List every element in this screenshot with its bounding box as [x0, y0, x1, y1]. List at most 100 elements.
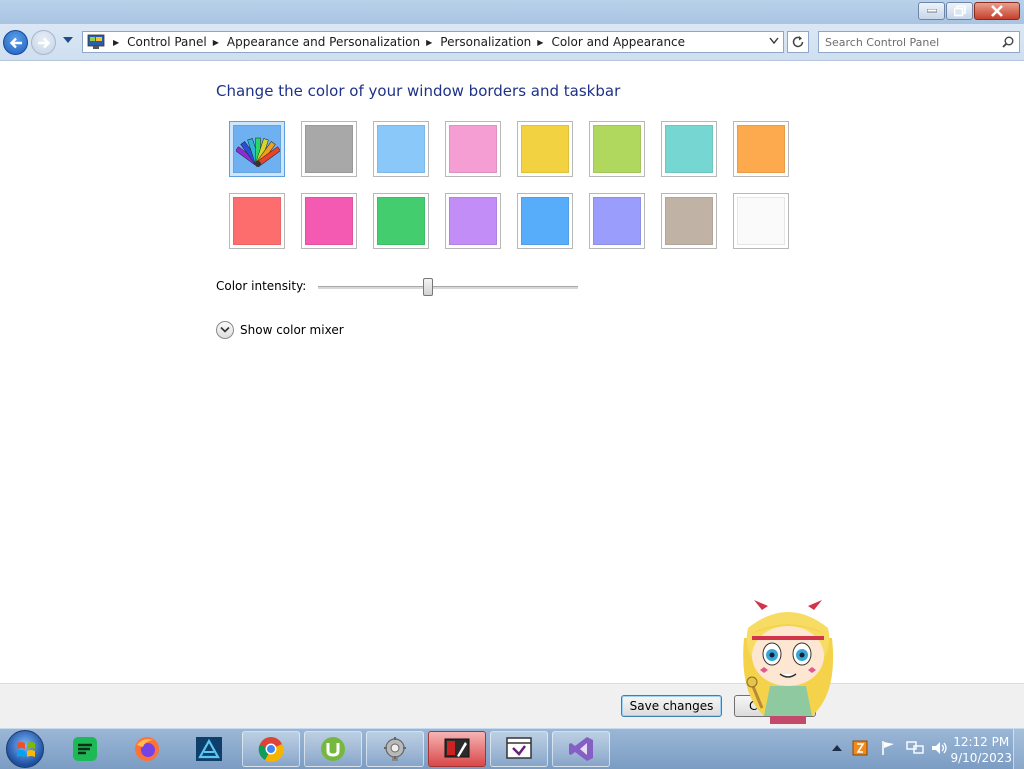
color-swatch-pumpkin[interactable]: [733, 121, 789, 177]
swatch-fill: [377, 197, 425, 245]
chrome-icon: [258, 737, 284, 762]
minimize-icon: [926, 9, 937, 13]
taskbar-spotify[interactable]: [56, 731, 114, 767]
utorrent-icon: [321, 737, 345, 761]
refresh-button[interactable]: [787, 31, 809, 53]
forward-button[interactable]: [31, 30, 56, 55]
taskbar-system-tool[interactable]: [366, 731, 424, 767]
swatch-fill: [593, 125, 641, 173]
swatch-fill: [521, 125, 569, 173]
window-titlebar: [0, 0, 1024, 24]
breadcrumb-separator-icon[interactable]: ▶: [537, 38, 543, 47]
start-button[interactable]: [6, 730, 44, 768]
address-dropdown-icon[interactable]: [769, 37, 779, 45]
swatch-fill: [449, 125, 497, 173]
windows-logo-icon: [17, 742, 35, 757]
save-changes-button[interactable]: Save changes: [621, 695, 722, 717]
breadcrumb-separator-icon: ▶: [113, 37, 120, 47]
personalization-icon: [444, 738, 470, 758]
search-input[interactable]: [819, 32, 1009, 52]
network-icon[interactable]: [906, 740, 924, 756]
color-swatch-sky[interactable]: [373, 121, 429, 177]
back-button[interactable]: [3, 30, 28, 55]
swatch-fill: [737, 197, 785, 245]
restore-button[interactable]: [946, 2, 973, 20]
taskbar: 12:12 PM 9/10/2023: [0, 728, 1024, 769]
swatch-fill: [377, 125, 425, 173]
taskbar-visual-studio[interactable]: [552, 731, 610, 767]
color-swatch-leaf[interactable]: [589, 121, 645, 177]
swatch-fill: [233, 125, 281, 173]
swatch-fill: [665, 197, 713, 245]
color-swatch-frost[interactable]: [733, 193, 789, 249]
breadcrumb-personalization[interactable]: Personalization: [440, 35, 531, 49]
clock[interactable]: 12:12 PM 9/10/2023: [950, 734, 1012, 766]
minimize-button[interactable]: [918, 2, 945, 20]
color-swatch-fuchsia[interactable]: [301, 193, 357, 249]
slider-thumb[interactable]: [423, 278, 433, 296]
gear-tool-icon: [384, 737, 406, 761]
clock-date: 9/10/2023: [950, 751, 1012, 765]
spotify-icon: [73, 737, 97, 761]
color-swatch-taupe[interactable]: [661, 193, 717, 249]
close-icon: [991, 5, 1003, 17]
show-hidden-icons-icon[interactable]: [832, 744, 842, 752]
breadcrumb: ▶ Control Panel ▶ Appearance and Persona…: [107, 32, 685, 52]
color-swatch-blush[interactable]: [445, 121, 501, 177]
swatch-fill: [449, 197, 497, 245]
show-desktop-button[interactable]: [1013, 729, 1024, 769]
breadcrumb-control-panel[interactable]: Control Panel: [127, 35, 207, 49]
system-tray: 12:12 PM 9/10/2023: [828, 729, 1024, 769]
color-intensity-label: Color intensity:: [216, 279, 307, 293]
recent-pages-chevron-icon[interactable]: [63, 36, 73, 44]
taskbar-chrome[interactable]: [242, 731, 300, 767]
altair-icon: [196, 737, 222, 761]
swatch-fill: [233, 197, 281, 245]
breadcrumb-separator-icon[interactable]: ▶: [213, 38, 219, 47]
color-swatch-red[interactable]: [229, 193, 285, 249]
volume-icon[interactable]: [930, 740, 948, 756]
show-color-mixer-toggle[interactable]: Show color mixer: [216, 321, 344, 339]
control-panel-icon: [87, 34, 105, 49]
taskbar-firefox[interactable]: [118, 731, 176, 767]
breadcrumb-appearance-personalization[interactable]: Appearance and Personalization: [227, 35, 420, 49]
close-button[interactable]: [974, 2, 1020, 20]
color-swatch-green[interactable]: [373, 193, 429, 249]
navigation-bar: ▶ Control Panel ▶ Appearance and Persona…: [0, 24, 1024, 61]
clock-time: 12:12 PM: [953, 735, 1010, 749]
taskbar-vs-remote[interactable]: [490, 731, 548, 767]
expand-chevron-icon[interactable]: [216, 321, 234, 339]
action-center-flag-icon[interactable]: [880, 740, 896, 756]
show-color-mixer-label[interactable]: Show color mixer: [240, 323, 344, 337]
command-bar: Save changes C: [0, 683, 1024, 729]
restore-icon: [953, 5, 966, 17]
swatch-fill: [593, 197, 641, 245]
breadcrumb-color-appearance[interactable]: Color and Appearance: [551, 35, 685, 49]
color-intensity-slider[interactable]: [318, 278, 580, 298]
color-swatch-blue[interactable]: [517, 193, 573, 249]
color-swatch-gold[interactable]: [517, 121, 573, 177]
swatch-fill: [521, 197, 569, 245]
swatch-fill: [305, 197, 353, 245]
search-icon[interactable]: [1002, 36, 1014, 48]
color-swatch-violet[interactable]: [445, 193, 501, 249]
color-fan-icon: [236, 137, 280, 167]
tray-app-icon[interactable]: [852, 740, 868, 756]
breadcrumb-separator-icon[interactable]: ▶: [426, 38, 432, 47]
taskbar-altair[interactable]: [180, 731, 238, 767]
search-box: [818, 31, 1020, 53]
color-swatch-teal[interactable]: [661, 121, 717, 177]
color-swatch-slate[interactable]: [301, 121, 357, 177]
refresh-icon: [792, 36, 804, 48]
back-arrow-icon: [9, 37, 22, 48]
address-bar[interactable]: ▶ Control Panel ▶ Appearance and Persona…: [82, 31, 784, 53]
taskbar-utorrent[interactable]: [304, 731, 362, 767]
color-swatch-custom[interactable]: [229, 121, 285, 177]
swatch-fill: [737, 125, 785, 173]
slider-track[interactable]: [318, 286, 578, 289]
swatch-fill: [305, 125, 353, 173]
taskbar-personalization[interactable]: [428, 731, 486, 767]
color-swatch-lavender[interactable]: [589, 193, 645, 249]
forward-arrow-icon: [37, 37, 50, 48]
firefox-icon: [135, 737, 159, 761]
